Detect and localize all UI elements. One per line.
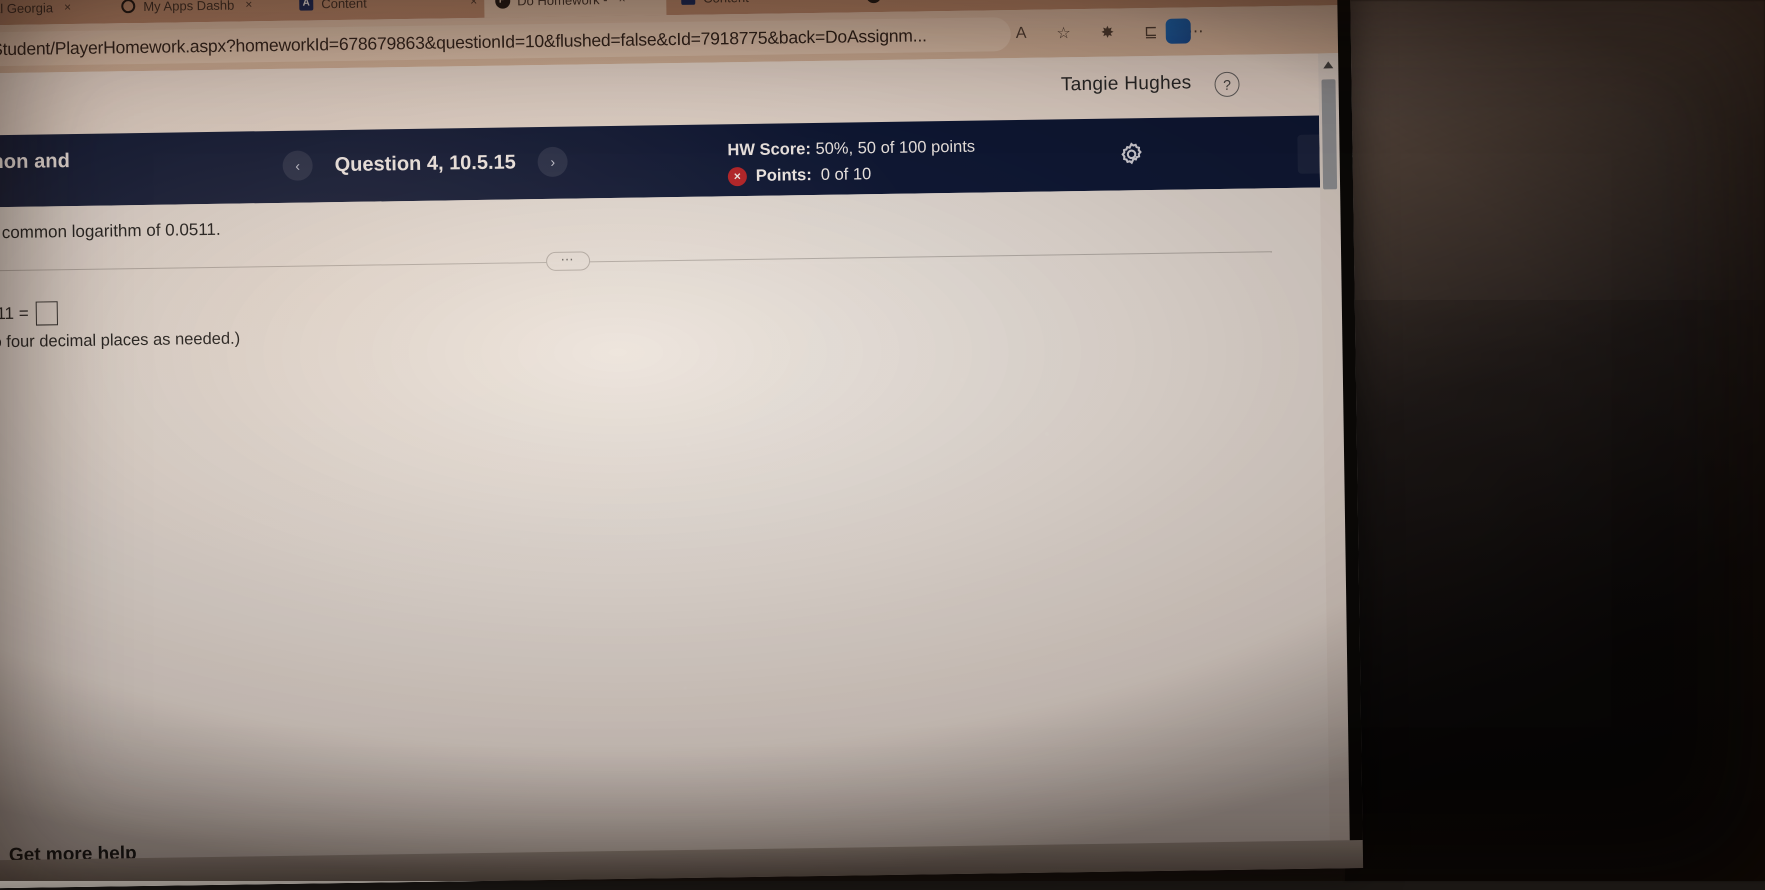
question-prompt: Find the common logarithm of 0.0511.: [0, 220, 221, 244]
user-name: Tangie Hughes: [1061, 72, 1192, 96]
browser-tab-content-1-close[interactable]: ×: [456, 0, 485, 18]
profile-avatar[interactable]: [1166, 18, 1191, 43]
more-options-button[interactable]: ⋯: [546, 251, 590, 271]
app-icon: A: [298, 0, 314, 12]
browser-tab-central-georgia[interactable]: Central Georgia ×: [0, 0, 109, 26]
answer-expression: log 0.0511 =: [0, 301, 58, 327]
points-label: Points:: [756, 163, 812, 189]
previous-question-button[interactable]: ‹: [282, 150, 312, 180]
answer-input[interactable]: [36, 301, 58, 325]
browser-tab-content-2-close[interactable]: ×: [820, 0, 849, 13]
read-aloud-icon[interactable]: A: [1016, 25, 1027, 43]
tab-title: Do Homework -: [517, 0, 608, 8]
browser-tab-my-apps-dashboard[interactable]: My Apps Dashb ×: [110, 0, 285, 23]
split-screen-icon[interactable]: ⊑: [1144, 22, 1158, 42]
browser-tab-content-1[interactable]: A Content: [288, 0, 428, 21]
okta-icon: [120, 0, 136, 14]
tab-close-icon[interactable]: ×: [64, 0, 71, 14]
laptop-screen: × Central Georgia × My Apps Dashb × A Co…: [0, 0, 1363, 890]
incorrect-icon: ×: [728, 167, 747, 186]
log-argument: 0.0511 =: [0, 304, 29, 325]
next-question-button[interactable]: ›: [538, 147, 568, 177]
gear-icon[interactable]: [1117, 140, 1145, 168]
tab-title: Pearson Session: [888, 0, 986, 2]
app-icon: A: [680, 0, 696, 6]
hw-score-value: 50%, 50 of 100 points: [815, 138, 975, 158]
tab-close-icon[interactable]: ×: [618, 0, 625, 6]
scrollbar-up-icon[interactable]: [1323, 61, 1333, 68]
tab-title: Central Georgia: [0, 0, 53, 16]
tab-title: Content: [321, 0, 367, 11]
tab-title: My Apps Dashb: [143, 0, 234, 13]
section-divider: [0, 251, 1272, 272]
photograph-backdrop: × Central Georgia × My Apps Dashb × A Co…: [0, 0, 1765, 881]
assignment-title: 9: 10.5 Common and: [0, 150, 70, 176]
background-room-shadow: [1345, 300, 1765, 881]
hw-score-row: HW Score: 50%, 50 of 100 points: [727, 135, 975, 164]
rounding-instruction: (Round to four decimal places as needed.…: [0, 330, 240, 354]
favorite-star-icon[interactable]: ☆: [1056, 23, 1071, 43]
pearson-icon: P: [865, 0, 881, 3]
url-text: .pearson.com/Student/PlayerHomework.aspx…: [0, 25, 927, 61]
tab-close-icon[interactable]: ×: [245, 0, 252, 11]
points-row: × Points: 0 of 10: [728, 160, 976, 189]
collections-icon[interactable]: ✸: [1101, 23, 1115, 43]
scrollbar-thumb[interactable]: [1321, 79, 1337, 189]
question-panel: Find the common logarithm of 0.0511. ⋯ l…: [0, 188, 1330, 890]
new-tab-button[interactable]: +: [1055, 0, 1066, 3]
help-icon[interactable]: ?: [1214, 72, 1239, 97]
hw-score-label: HW Score:: [727, 140, 811, 159]
current-question-label: Question 4, 10.5.15: [334, 151, 516, 177]
points-value: 0 of 10: [821, 162, 872, 188]
tab-title: Content: [703, 0, 749, 5]
pearson-icon: P: [494, 0, 510, 9]
question-navigation: ‹ Question 4, 10.5.15 ›: [282, 147, 568, 181]
score-summary: HW Score: 50%, 50 of 100 points × Points…: [727, 135, 975, 190]
tab-close-icon[interactable]: ×: [470, 0, 477, 8]
tab-close-icon[interactable]: ×: [834, 0, 841, 3]
